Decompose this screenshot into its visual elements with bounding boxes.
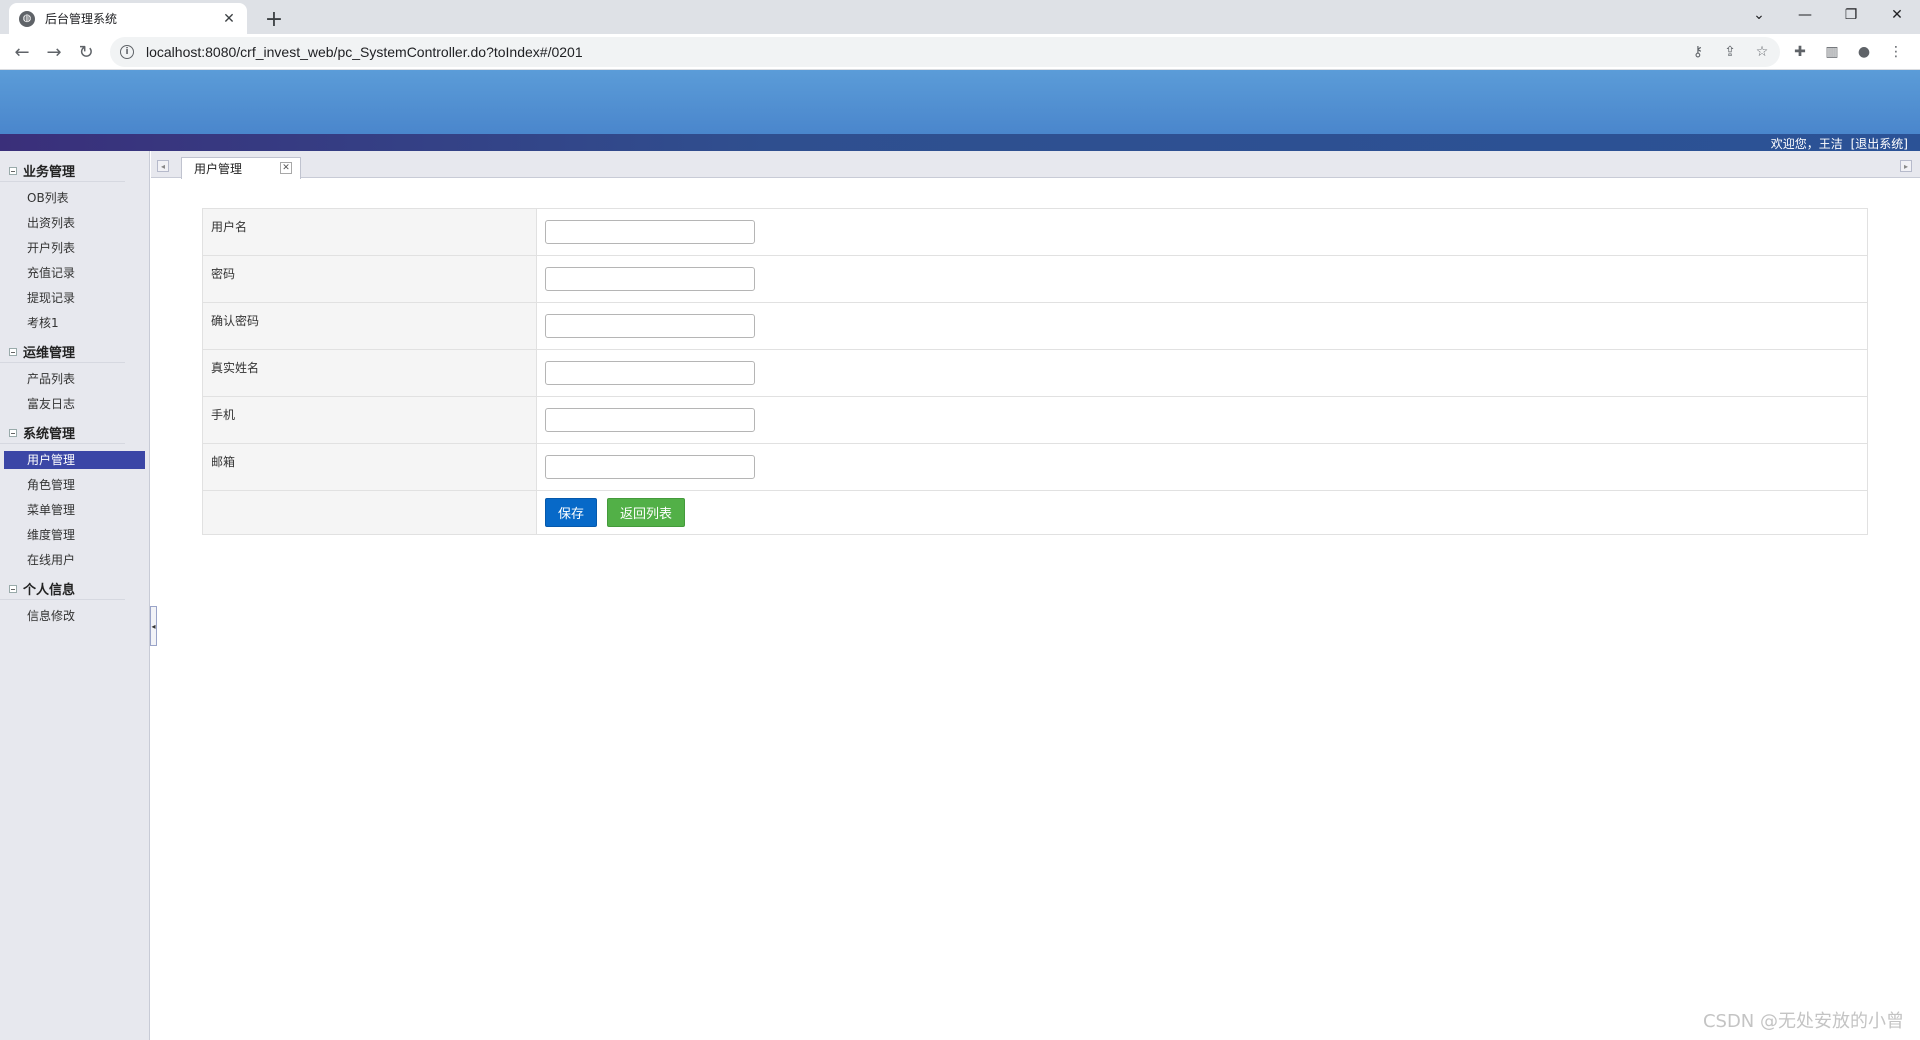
form-row: 用户名 — [203, 209, 1867, 256]
sidebar-group-ops[interactable]: 运维管理 — [0, 341, 125, 363]
logout-link[interactable]: [退出系统] — [1851, 137, 1908, 151]
username-label: 用户名 — [203, 209, 537, 255]
phone-label: 手机 — [203, 397, 537, 443]
sidebar-group-title: 业务管理 — [23, 165, 76, 180]
sidebar-group-personal[interactable]: 个人信息 — [0, 578, 125, 600]
real-name-input[interactable] — [545, 361, 755, 385]
url-text: localhost:8080/crf_invest_web/pc_SystemC… — [146, 44, 583, 60]
real-name-label: 真实姓名 — [203, 350, 537, 396]
save-button[interactable]: 保存 — [545, 498, 598, 527]
app-banner — [0, 70, 1920, 134]
browser-tab-title: 后台管理系统 — [45, 12, 118, 26]
side-panel-icon[interactable]: ▥ — [1822, 42, 1842, 62]
username-input[interactable] — [545, 220, 755, 244]
back-button[interactable]: ← — [8, 38, 36, 66]
window-close-button[interactable]: ✕ — [1874, 0, 1920, 30]
sidebar-group-title: 个人信息 — [23, 583, 76, 598]
form-row: 邮箱 — [203, 444, 1867, 491]
close-icon[interactable]: ✕ — [280, 162, 292, 174]
sidebar-item-online-users[interactable]: 在线用户 — [4, 551, 145, 569]
globe-icon: ◍ — [19, 10, 35, 27]
star-icon[interactable]: ☆ — [1752, 42, 1772, 62]
sidebar-item-ob-list[interactable]: OB列表 — [4, 189, 145, 207]
form-row: 真实姓名 — [203, 350, 1867, 397]
tab-scroll-left-icon[interactable]: ◂ — [157, 160, 169, 172]
form-row: 密码 — [203, 256, 1867, 303]
sidebar-item-assessment[interactable]: 考核1 — [4, 314, 145, 332]
user-form: 用户名 密码 确认密码 真实姓名 手机 邮箱 保存 返回列表 — [202, 208, 1868, 535]
form-row: 确认密码 — [203, 303, 1867, 350]
key-icon[interactable]: ⚷ — [1688, 42, 1708, 62]
email-input[interactable] — [545, 455, 755, 479]
sidebar-item-account-list[interactable]: 开户列表 — [4, 239, 145, 257]
sidebar-item-product-list[interactable]: 产品列表 — [4, 370, 145, 388]
phone-input[interactable] — [545, 408, 755, 432]
browser-tabbar: ◍ 后台管理系统 ✕ + ⌄ — ❐ ✕ — [0, 0, 1920, 34]
actions-label-cell — [203, 491, 537, 534]
new-tab-button[interactable]: + — [260, 5, 288, 33]
content-tabbar: ◂ 用户管理 ✕ ▸ — [151, 151, 1920, 179]
restore-button[interactable]: ❐ — [1828, 0, 1874, 30]
collapse-icon[interactable] — [9, 584, 17, 593]
close-icon[interactable]: ✕ — [221, 11, 237, 27]
address-bar: ← → ↻ i localhost:8080/crf_invest_web/pc… — [0, 34, 1920, 70]
password-input[interactable] — [545, 267, 755, 291]
collapse-icon[interactable] — [9, 166, 17, 175]
sidebar-item-dimension-management[interactable]: 维度管理 — [4, 526, 145, 544]
sidebar-item-edit-info[interactable]: 信息修改 — [4, 607, 145, 625]
sidebar-group-business[interactable]: 业务管理 — [0, 160, 125, 182]
sidebar-item-menu-management[interactable]: 菜单管理 — [4, 501, 145, 519]
back-to-list-button[interactable]: 返回列表 — [607, 498, 686, 527]
welcome-text: 欢迎您，王洁 — [1770, 137, 1843, 151]
browser-tab[interactable]: ◍ 后台管理系统 ✕ — [9, 3, 247, 34]
sidebar-group-title: 系统管理 — [23, 427, 76, 442]
url-input[interactable]: i localhost:8080/crf_invest_web/pc_Syste… — [110, 37, 1780, 67]
sidebar: 业务管理 OB列表 出资列表 开户列表 充值记录 提现记录 考核1 运维管理 产… — [0, 151, 150, 1040]
collapse-icon[interactable] — [9, 428, 17, 437]
menu-icon[interactable]: ⋮ — [1886, 42, 1906, 62]
watermark: CSDN @无处安放的小曾 — [1702, 1011, 1904, 1032]
sidebar-group-title: 运维管理 — [23, 346, 76, 361]
app-status-strip: 欢迎您，王洁 [退出系统] — [0, 134, 1920, 151]
minimize-button[interactable]: — — [1782, 0, 1828, 30]
sidebar-item-fuyou-log[interactable]: 富友日志 — [4, 395, 145, 413]
welcome-area: 欢迎您，王洁 [退出系统] — [1767, 135, 1908, 152]
sidebar-item-recharge-records[interactable]: 充值记录 — [4, 264, 145, 282]
collapse-icon[interactable] — [9, 347, 17, 356]
sidebar-item-investment-list[interactable]: 出资列表 — [4, 214, 145, 232]
tab-user-management[interactable]: 用户管理 ✕ — [181, 157, 301, 179]
share-icon[interactable]: ⇪ — [1720, 42, 1740, 62]
tab-scroll-right-icon[interactable]: ▸ — [1900, 160, 1912, 172]
form-actions-row: 保存 返回列表 — [203, 491, 1867, 534]
form-row: 手机 — [203, 397, 1867, 444]
sidebar-item-user-management[interactable]: 用户管理 — [4, 451, 145, 469]
confirm-password-input[interactable] — [545, 314, 755, 338]
confirm-password-label: 确认密码 — [203, 303, 537, 349]
sidebar-item-withdraw-records[interactable]: 提现记录 — [4, 289, 145, 307]
sidebar-item-role-management[interactable]: 角色管理 — [4, 476, 145, 494]
profile-icon[interactable]: ● — [1854, 42, 1874, 62]
extensions-icon[interactable]: ✚ — [1790, 42, 1810, 62]
password-label: 密码 — [203, 256, 537, 302]
tab-search-icon[interactable]: ⌄ — [1736, 0, 1782, 30]
sidebar-collapse-handle[interactable]: ◂ — [150, 606, 157, 646]
tab-label: 用户管理 — [194, 162, 243, 176]
email-label: 邮箱 — [203, 444, 537, 490]
forward-button[interactable]: → — [40, 38, 68, 66]
reload-button[interactable]: ↻ — [72, 38, 100, 66]
sidebar-group-system[interactable]: 系统管理 — [0, 422, 125, 444]
site-info-icon[interactable]: i — [120, 45, 134, 59]
